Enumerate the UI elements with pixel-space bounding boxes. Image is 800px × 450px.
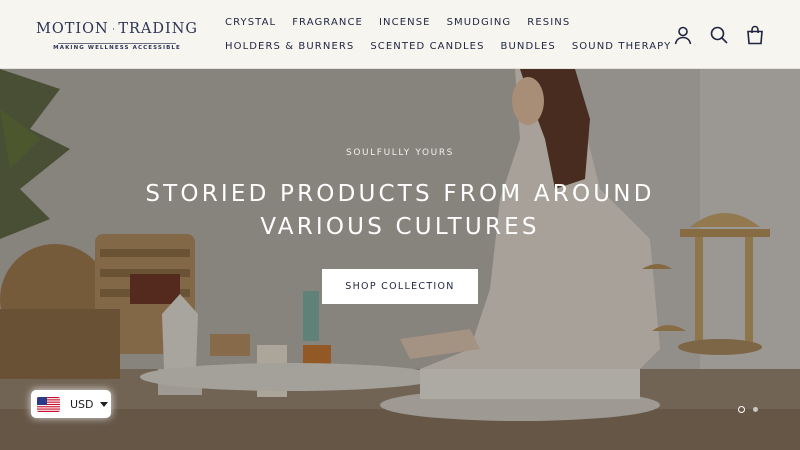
chevron-down-icon xyxy=(99,401,108,407)
hero-subtitle: SOULFULLY YOURS xyxy=(346,148,454,158)
brand-logo[interactable]: MOTION TRADING MAKING WELLNESS ACCESSIBL… xyxy=(36,14,198,56)
logo-row: MOTION TRADING xyxy=(36,14,198,44)
currency-code: USD xyxy=(70,397,94,411)
nav-item-fragrance[interactable]: FRAGRANCE xyxy=(292,16,363,30)
cart-icon[interactable] xyxy=(744,24,766,46)
logo-divider xyxy=(58,43,176,44)
slide-dot-1[interactable] xyxy=(738,406,745,413)
header-actions xyxy=(672,24,766,46)
shop-collection-button[interactable]: SHOP COLLECTION xyxy=(322,269,478,304)
nav-item-bundles[interactable]: BUNDLES xyxy=(501,40,556,54)
nav-item-scented-candles[interactable]: SCENTED CANDLES xyxy=(370,40,484,54)
search-icon[interactable] xyxy=(708,24,730,46)
brand-name-right: TRADING xyxy=(118,21,198,37)
main-nav: CRYSTAL FRAGRANCE INCENSE SMUDGING RESIN… xyxy=(225,16,670,64)
slideshow-pagination xyxy=(738,406,758,413)
nav-item-crystal[interactable]: CRYSTAL xyxy=(225,16,276,30)
nav-item-smudging[interactable]: SMUDGING xyxy=(447,16,512,30)
site-header: MOTION TRADING MAKING WELLNESS ACCESSIBL… xyxy=(0,0,800,69)
nav-item-sound-therapy[interactable]: SOUND THERAPY xyxy=(572,40,671,54)
brand-name-left: MOTION xyxy=(36,21,109,37)
nav-item-resins[interactable]: RESINS xyxy=(527,16,570,30)
hero-dim-overlay xyxy=(0,69,800,450)
lotus-emblem-icon xyxy=(112,28,115,30)
currency-selector[interactable]: USD xyxy=(31,390,111,418)
slide-dot-2[interactable] xyxy=(753,407,758,412)
account-icon[interactable] xyxy=(672,24,694,46)
hero-banner: SOULFULLY YOURS STORIED PRODUCTS FROM AR… xyxy=(0,69,800,450)
nav-item-holders-burners[interactable]: HOLDERS & BURNERS xyxy=(225,40,354,54)
nav-row-secondary: HOLDERS & BURNERS SCENTED CANDLES BUNDLE… xyxy=(225,40,670,54)
hero-title: STORIED PRODUCTS FROM AROUND VARIOUS CUL… xyxy=(145,181,655,240)
nav-item-incense[interactable]: INCENSE xyxy=(379,16,431,30)
brand-tagline: MAKING WELLNESS ACCESSIBLE xyxy=(53,45,181,51)
us-flag-icon xyxy=(37,396,60,412)
nav-row-primary: CRYSTAL FRAGRANCE INCENSE SMUDGING RESIN… xyxy=(225,16,665,30)
